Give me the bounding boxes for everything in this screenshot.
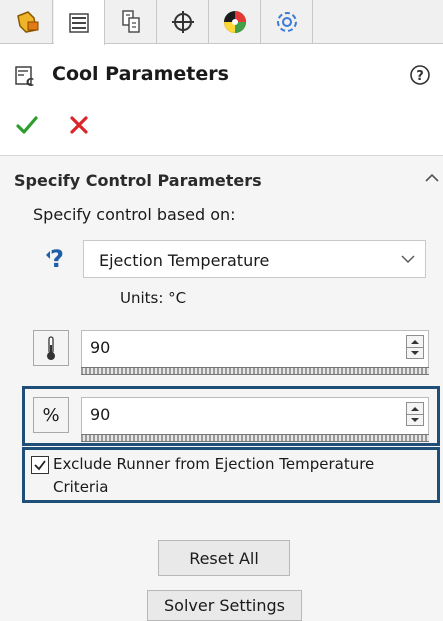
cool-parameters-icon: C xyxy=(15,66,34,88)
exclude-runner-checkbox[interactable] xyxy=(31,456,49,474)
property-tab-strip xyxy=(0,0,443,45)
svg-text:C: C xyxy=(26,76,34,88)
reset-all-button[interactable]: Reset All xyxy=(158,540,290,576)
chevron-down-icon xyxy=(401,255,415,263)
help-icon[interactable]: ? xyxy=(409,64,431,86)
percent-spinner[interactable] xyxy=(406,402,424,426)
whats-this-help-icon: ? xyxy=(46,245,64,273)
temperature-spinner[interactable] xyxy=(406,335,424,359)
tab-simulation[interactable] xyxy=(262,0,313,44)
panel-title: Cool Parameters xyxy=(52,63,229,85)
control-type-select[interactable]: Ejection Temperature xyxy=(83,240,426,278)
thermometer-icon xyxy=(47,336,55,360)
feature-manager-icon xyxy=(17,11,39,33)
spin-down-icon[interactable] xyxy=(407,347,423,358)
percent-value: 90 xyxy=(90,405,111,424)
display-manager-icon xyxy=(224,11,246,33)
tab-display-manager[interactable] xyxy=(210,0,261,44)
percent-icon: % xyxy=(42,404,60,426)
dimxpert-icon xyxy=(172,11,194,33)
solver-settings-button[interactable]: Solver Settings xyxy=(147,590,302,621)
property-manager-icon xyxy=(69,12,89,33)
ok-checkmark-icon[interactable] xyxy=(14,112,40,138)
control-based-on-label: Specify control based on: xyxy=(33,205,236,224)
spin-up-icon[interactable] xyxy=(407,336,423,347)
tab-configuration-manager[interactable] xyxy=(106,0,157,44)
temperature-button[interactable] xyxy=(33,330,69,366)
percent-button[interactable]: % xyxy=(33,397,69,433)
tab-feature-manager[interactable] xyxy=(2,0,53,44)
temperature-value: 90 xyxy=(90,338,111,357)
units-label: Units: °C xyxy=(120,289,187,307)
tab-property-manager[interactable] xyxy=(54,0,105,45)
group-title: Specify Control Parameters xyxy=(14,171,262,190)
tab-dimxpert[interactable] xyxy=(158,0,209,44)
percent-input[interactable]: 90 xyxy=(81,397,429,435)
exclude-runner-label[interactable]: Exclude Runner from Ejection Temperature… xyxy=(53,453,423,499)
svg-text:?: ? xyxy=(416,69,424,84)
simulation-icon xyxy=(277,12,297,32)
cancel-x-icon[interactable] xyxy=(66,112,92,138)
configuration-manager-icon xyxy=(122,10,140,33)
checkmark-icon xyxy=(34,460,46,471)
percent-slider[interactable] xyxy=(81,434,429,442)
chevron-up-icon[interactable] xyxy=(424,172,440,184)
spin-up-icon[interactable] xyxy=(407,403,423,414)
svg-text:?: ? xyxy=(50,245,64,273)
temperature-input[interactable]: 90 xyxy=(81,330,429,368)
spin-down-icon[interactable] xyxy=(407,414,423,425)
control-type-value: Ejection Temperature xyxy=(99,251,270,270)
temperature-slider[interactable] xyxy=(81,367,429,375)
